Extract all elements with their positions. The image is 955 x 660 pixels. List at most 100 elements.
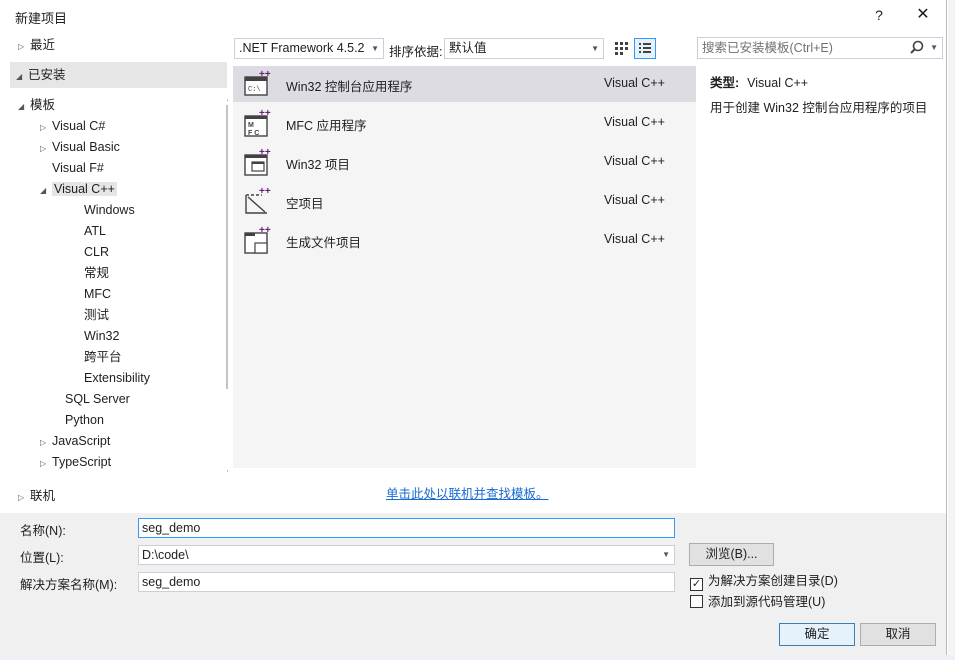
template-name: 空项目 bbox=[286, 197, 324, 211]
template-name: MFC 应用程序 bbox=[286, 119, 367, 133]
solution-name-label: 解决方案名称(M): bbox=[20, 578, 118, 592]
svg-text:++: ++ bbox=[259, 108, 271, 119]
location-label: 位置(L): bbox=[20, 551, 64, 565]
tree-scrollbar[interactable]: ▲ ▼ bbox=[223, 92, 228, 482]
help-button[interactable]: ? bbox=[864, 4, 894, 26]
search-options-icon[interactable]: ▼ bbox=[930, 38, 938, 58]
scroll-thumb[interactable] bbox=[226, 105, 228, 389]
location-field[interactable]: D:\code\ ▼ bbox=[138, 545, 675, 565]
tree-item-installed[interactable]: ◢ 已安装 bbox=[10, 62, 227, 88]
type-value: Visual C++ bbox=[747, 76, 809, 90]
background-window-strip bbox=[0, 655, 955, 660]
list-view-button[interactable] bbox=[634, 38, 656, 59]
tree-item-label: Win32 bbox=[84, 329, 120, 343]
expand-arrow-icon[interactable]: ▷ bbox=[40, 138, 52, 159]
template-item[interactable]: C:\ ++ Win32 控制台应用程序 Visual C++ bbox=[233, 66, 696, 102]
tree-item[interactable]: SQL Server bbox=[53, 389, 130, 410]
template-language: Visual C++ bbox=[604, 115, 665, 129]
tree-item-label: 跨平台 bbox=[84, 350, 122, 364]
ok-button[interactable]: 确定 bbox=[779, 623, 855, 646]
cancel-button[interactable]: 取消 bbox=[860, 623, 936, 646]
tree-item[interactable]: 测试 bbox=[72, 305, 109, 326]
tree-item-templates[interactable]: ◢ 模板 bbox=[18, 95, 55, 116]
expand-arrow-icon[interactable]: ▷ bbox=[40, 432, 52, 453]
create-directory-checkbox[interactable]: ✓ 为解决方案创建目录(D) bbox=[690, 572, 838, 591]
tree-item[interactable]: ▷ Visual Basic bbox=[40, 137, 120, 158]
tree-item[interactable]: Win32 bbox=[72, 326, 119, 347]
template-item[interactable]: ++ 生成文件项目 Visual C++ bbox=[233, 222, 696, 258]
template-item[interactable]: ++ Win32 项目 Visual C++ bbox=[233, 144, 696, 180]
tree-item[interactable]: ▷ TypeScript bbox=[40, 452, 111, 473]
solution-name-field[interactable]: seg_demo bbox=[138, 572, 675, 592]
browse-button[interactable]: 浏览(B)... bbox=[689, 543, 774, 566]
search-input[interactable]: 搜索已安装模板(Ctrl+E) ▼ bbox=[697, 37, 943, 59]
expand-arrow-icon[interactable]: ▷ bbox=[40, 117, 52, 138]
search-placeholder: 搜索已安装模板(Ctrl+E) bbox=[702, 41, 833, 55]
template-description: 用于创建 Win32 控制台应用程序的项目 bbox=[710, 101, 928, 115]
framework-value: .NET Framework 4.5.2 bbox=[239, 41, 365, 55]
svg-text:++: ++ bbox=[259, 147, 271, 158]
tree-item-label: JavaScript bbox=[52, 434, 111, 448]
expand-arrow-icon: ▷ bbox=[18, 493, 25, 502]
close-button[interactable]: ✕ bbox=[908, 4, 938, 26]
sort-value: 默认值 bbox=[449, 41, 487, 55]
template-type: 类型: Visual C++ bbox=[710, 72, 808, 91]
template-item[interactable]: ++ 空项目 Visual C++ bbox=[233, 183, 696, 219]
tree-item-label: MFC bbox=[84, 287, 112, 301]
svg-text:++: ++ bbox=[259, 69, 271, 80]
solution-name-value: seg_demo bbox=[142, 575, 201, 589]
tree-item[interactable]: ◢ Visual C++ bbox=[40, 179, 117, 200]
scroll-down-icon[interactable]: ▼ bbox=[223, 466, 228, 479]
grid-view-button[interactable] bbox=[610, 38, 632, 59]
tree-item[interactable]: Python bbox=[53, 410, 104, 431]
collapse-arrow-icon: ◢ bbox=[18, 102, 25, 111]
expand-arrow-icon[interactable]: ◢ bbox=[40, 180, 52, 201]
tree-item[interactable]: 常规 bbox=[72, 263, 109, 284]
template-item[interactable]: MF C ++ MFC 应用程序 Visual C++ bbox=[233, 105, 696, 141]
tree-item-online[interactable]: ▷ 联机 bbox=[18, 486, 55, 506]
tree-item[interactable]: ▷ Visual C# bbox=[40, 116, 105, 137]
tree-item[interactable]: MFC bbox=[72, 284, 111, 305]
template-list: C:\ ++ Win32 控制台应用程序 Visual C++ M F C ++ MFC 应用… bbox=[232, 65, 697, 469]
expand-arrow-icon: ▷ bbox=[18, 42, 25, 51]
project-name-field[interactable]: seg_demo bbox=[138, 518, 675, 538]
tree-item[interactable]: Visual F# bbox=[40, 158, 104, 179]
tree-item-label: CLR bbox=[84, 245, 110, 259]
chevron-down-icon: ▼ bbox=[591, 44, 599, 53]
svg-text:F C: F C bbox=[248, 130, 259, 137]
checkbox-checked-icon[interactable]: ✓ bbox=[690, 578, 703, 591]
chevron-down-icon[interactable]: ▼ bbox=[662, 546, 670, 564]
project-name-value: seg_demo bbox=[142, 521, 201, 535]
sort-select[interactable]: 默认值 ▼ bbox=[444, 38, 604, 59]
location-value: D:\code\ bbox=[142, 548, 189, 562]
makefile-project-icon: ++ bbox=[242, 225, 272, 255]
tree-item-label: 最近 bbox=[30, 38, 56, 52]
checkbox-unchecked-icon[interactable] bbox=[690, 595, 703, 608]
tree-item-label: 已安装 bbox=[28, 68, 66, 82]
tree-item-label: Visual C++ bbox=[52, 182, 117, 196]
source-control-checkbox[interactable]: 添加到源代码管理(U) bbox=[690, 593, 825, 611]
list-view-icon bbox=[639, 43, 651, 53]
template-language: Visual C++ bbox=[604, 154, 665, 168]
scroll-up-icon[interactable]: ▲ bbox=[223, 92, 228, 105]
template-language: Visual C++ bbox=[604, 76, 665, 90]
expand-arrow-icon[interactable]: ▷ bbox=[40, 453, 52, 474]
search-icon[interactable] bbox=[910, 40, 924, 56]
tree-item[interactable]: Extensibility bbox=[72, 368, 150, 389]
svg-text:++: ++ bbox=[259, 186, 271, 197]
svg-text:C:\: C:\ bbox=[248, 86, 261, 94]
tree-item-label: Extensibility bbox=[84, 371, 150, 385]
tree-item[interactable]: CLR bbox=[72, 242, 109, 263]
tree-item-label: Python bbox=[65, 413, 104, 427]
tree-item-recent[interactable]: ▷ 最近 bbox=[18, 35, 55, 56]
tree-item-label: Windows bbox=[84, 203, 135, 217]
framework-select[interactable]: .NET Framework 4.5.2 ▼ bbox=[234, 38, 384, 59]
tree-item[interactable]: 跨平台 bbox=[72, 347, 122, 368]
tree-item-label: Visual F# bbox=[52, 161, 104, 175]
tree-item[interactable]: Windows bbox=[72, 200, 135, 221]
find-templates-online-link[interactable]: 单击此处以联机并查找模板。 bbox=[386, 483, 549, 502]
tree-item[interactable]: ▷ JavaScript bbox=[40, 431, 110, 452]
tree-item[interactable]: ATL bbox=[72, 221, 106, 242]
template-language: Visual C++ bbox=[604, 193, 665, 207]
new-project-dialog: 新建项目 ? ✕ ▷ 最近 ◢ 已安装 ◢ 模板 ▷ Visual C# ▷ Visual … bbox=[0, 0, 947, 655]
